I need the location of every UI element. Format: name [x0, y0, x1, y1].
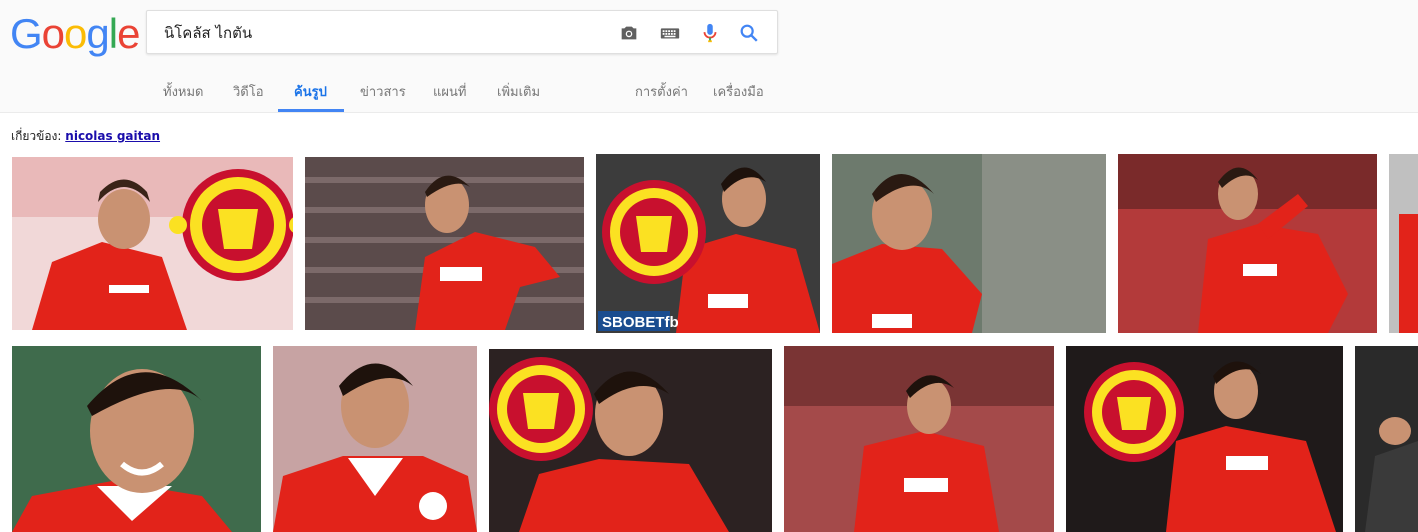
- tab-all[interactable]: ทั้งหมด: [163, 81, 204, 102]
- image-result[interactable]: [273, 346, 477, 532]
- tab-settings[interactable]: การตั้งค่า: [635, 81, 688, 102]
- search-box: [146, 10, 778, 54]
- logo-letter: G: [10, 10, 43, 57]
- related-search: เกี่ยวข้อง: nicolas gaitan: [11, 127, 160, 146]
- camera-icon[interactable]: [618, 22, 640, 44]
- tab-more[interactable]: เพิ่มเติม: [497, 81, 540, 102]
- logo-letter: g: [86, 10, 109, 57]
- active-tab-indicator: [278, 109, 344, 112]
- player-running-ball-image: [784, 346, 1054, 532]
- related-label: เกี่ยวข้อง:: [11, 129, 62, 143]
- related-link[interactable]: nicolas gaitan: [65, 129, 160, 143]
- tab-maps[interactable]: แผนที่: [433, 81, 466, 102]
- tab-images[interactable]: ค้นรูป: [294, 81, 327, 102]
- image-result[interactable]: SBOBETfb: [596, 154, 820, 333]
- search-icon[interactable]: [738, 22, 760, 44]
- image-result[interactable]: [1118, 154, 1377, 333]
- partial-image: [1355, 346, 1418, 532]
- search-tabs: ทั้งหมด วิดีโอ ค้นรูป ข่าวสาร แผนที่ เพิ…: [0, 72, 900, 112]
- google-logo[interactable]: Google: [10, 9, 140, 59]
- player-headshot-image: [273, 346, 477, 532]
- partial-image: [1389, 154, 1418, 333]
- image-result[interactable]: [12, 346, 261, 532]
- image-result[interactable]: [1389, 154, 1418, 333]
- player-smiling-image: [12, 346, 261, 532]
- tab-tools[interactable]: เครื่องมือ: [713, 81, 764, 102]
- sbobet-watermark: SBOBETfb: [602, 314, 679, 331]
- logo-letter: o: [41, 10, 65, 57]
- image-result[interactable]: [1355, 346, 1418, 532]
- image-result[interactable]: [305, 157, 584, 330]
- image-result[interactable]: [1066, 346, 1343, 532]
- image-result[interactable]: [12, 157, 293, 330]
- keyboard-icon[interactable]: [659, 22, 681, 44]
- microphone-icon[interactable]: [699, 22, 721, 44]
- player-crest-image: [12, 157, 293, 330]
- player-running-image: [305, 157, 584, 330]
- image-result[interactable]: [832, 154, 1106, 333]
- player-celebrating-image: [1118, 154, 1377, 333]
- image-result[interactable]: [489, 349, 772, 532]
- tab-news[interactable]: ข่าวสาร: [360, 81, 406, 102]
- player-crest-sbobet-image: SBOBETfb: [596, 154, 820, 333]
- image-result[interactable]: [784, 346, 1054, 532]
- player-crest-image: [489, 349, 772, 532]
- tab-videos[interactable]: วิดีโอ: [233, 81, 264, 102]
- logo-letter: o: [64, 10, 87, 57]
- logo-letter: l: [108, 10, 118, 57]
- search-input[interactable]: [162, 19, 606, 47]
- logo-letter: e: [117, 10, 140, 57]
- player-closeup-image: [832, 154, 1106, 333]
- player-crest-dark-image: [1066, 346, 1343, 532]
- search-header: Google ทั้งหมด วิดีโอ ค้นรูป ข่าวสาร แผน…: [0, 0, 1418, 113]
